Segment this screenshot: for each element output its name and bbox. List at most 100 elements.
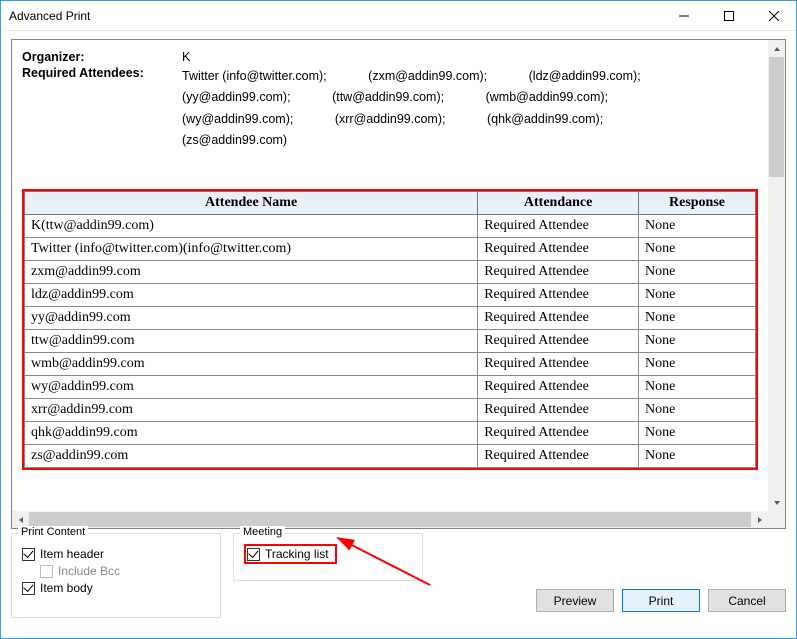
attendees-label: Required Attendees: xyxy=(22,66,182,151)
table-row: qhk@addin99.comRequired AttendeeNone xyxy=(25,422,756,445)
meeting-group: Meeting Tracking list xyxy=(233,533,423,581)
attendee-item: (ttw@addin99.com); xyxy=(332,87,444,108)
table-cell: Required Attendee xyxy=(478,445,639,468)
table-cell: zs@addin99.com xyxy=(25,445,478,468)
print-content-label: Print Content xyxy=(18,526,88,538)
attendee-item: (zxm@addin99.com); xyxy=(368,66,487,87)
table-cell: ttw@addin99.com xyxy=(25,330,478,353)
tracking-table: Attendee Name Attendance Response K(ttw@… xyxy=(24,191,756,468)
cancel-button-label: Cancel xyxy=(728,594,765,608)
vertical-scrollbar[interactable] xyxy=(768,40,785,511)
table-cell: None xyxy=(639,330,756,353)
attendee-item: (wy@addin99.com); xyxy=(182,109,293,130)
table-cell: None xyxy=(639,307,756,330)
tracking-list-label: Tracking list xyxy=(265,547,329,561)
table-cell: None xyxy=(639,445,756,468)
table-row: zs@addin99.comRequired AttendeeNone xyxy=(25,445,756,468)
table-cell: Required Attendee xyxy=(478,238,639,261)
attendees-value: Twitter (info@twitter.com); (zxm@addin99… xyxy=(182,66,758,151)
print-button-label: Print xyxy=(649,594,674,608)
print-button[interactable]: Print xyxy=(622,589,700,612)
horizontal-scrollbar[interactable] xyxy=(12,511,768,528)
table-cell: wy@addin99.com xyxy=(25,376,478,399)
table-cell: ldz@addin99.com xyxy=(25,284,478,307)
table-cell: qhk@addin99.com xyxy=(25,422,478,445)
tracking-list-checkbox[interactable]: Tracking list xyxy=(247,547,329,561)
tracking-table-highlight: Attendee Name Attendance Response K(ttw@… xyxy=(22,189,758,470)
table-cell: Required Attendee xyxy=(478,307,639,330)
table-cell: Required Attendee xyxy=(478,215,639,238)
preview-content: Organizer: K Required Attendees: Twitter… xyxy=(22,50,758,501)
checkbox-icon xyxy=(22,548,35,561)
table-cell: Required Attendee xyxy=(478,422,639,445)
scroll-down-icon[interactable] xyxy=(768,494,785,511)
table-row: yy@addin99.comRequired AttendeeNone xyxy=(25,307,756,330)
table-cell: None xyxy=(639,422,756,445)
table-cell: None xyxy=(639,376,756,399)
table-row: Twitter (info@twitter.com)(info@twitter.… xyxy=(25,238,756,261)
checkbox-icon xyxy=(40,565,53,578)
attendee-item: (zs@addin99.com) xyxy=(182,130,287,151)
table-cell: None xyxy=(639,215,756,238)
table-cell: Required Attendee xyxy=(478,284,639,307)
preview-button[interactable]: Preview xyxy=(536,589,614,612)
maximize-button[interactable] xyxy=(706,1,751,30)
cancel-button[interactable]: Cancel xyxy=(708,589,786,612)
table-cell: yy@addin99.com xyxy=(25,307,478,330)
checkbox-icon xyxy=(247,548,260,561)
table-row: xrr@addin99.comRequired AttendeeNone xyxy=(25,399,756,422)
table-cell: None xyxy=(639,399,756,422)
table-row: K(ttw@addin99.com)Required AttendeeNone xyxy=(25,215,756,238)
include-bcc-label: Include Bcc xyxy=(58,564,120,578)
titlebar: Advanced Print xyxy=(1,1,796,31)
table-cell: Required Attendee xyxy=(478,353,639,376)
include-bcc-checkbox: Include Bcc xyxy=(40,564,210,578)
table-cell: K(ttw@addin99.com) xyxy=(25,215,478,238)
tracking-list-highlight: Tracking list xyxy=(244,544,337,564)
scroll-up-icon[interactable] xyxy=(768,40,785,57)
col-response: Response xyxy=(639,192,756,215)
table-cell: wmb@addin99.com xyxy=(25,353,478,376)
attendee-item: (xrr@addin99.com); xyxy=(335,109,446,130)
table-cell: Twitter (info@twitter.com)(info@twitter.… xyxy=(25,238,478,261)
table-cell: Required Attendee xyxy=(478,376,639,399)
table-row: ttw@addin99.comRequired AttendeeNone xyxy=(25,330,756,353)
col-attendee-name: Attendee Name xyxy=(25,192,478,215)
table-cell: None xyxy=(639,238,756,261)
minimize-button[interactable] xyxy=(661,1,706,30)
table-cell: Required Attendee xyxy=(478,330,639,353)
print-content-group: Print Content Item header Include Bcc It… xyxy=(11,533,221,618)
table-cell: xrr@addin99.com xyxy=(25,399,478,422)
organizer-label: Organizer: xyxy=(22,50,182,64)
preview-panel: Organizer: K Required Attendees: Twitter… xyxy=(11,39,786,529)
table-row: wmb@addin99.comRequired AttendeeNone xyxy=(25,353,756,376)
organizer-value: K xyxy=(182,50,190,64)
item-body-checkbox[interactable]: Item body xyxy=(22,581,210,595)
table-cell: zxm@addin99.com xyxy=(25,261,478,284)
attendee-item: (wmb@addin99.com); xyxy=(486,87,608,108)
table-cell: None xyxy=(639,284,756,307)
checkbox-icon xyxy=(22,582,35,595)
table-row: ldz@addin99.comRequired AttendeeNone xyxy=(25,284,756,307)
table-cell: Required Attendee xyxy=(478,399,639,422)
scroll-corner xyxy=(768,511,785,528)
table-cell: None xyxy=(639,261,756,284)
col-attendance: Attendance xyxy=(478,192,639,215)
meeting-label: Meeting xyxy=(240,526,285,538)
window-title: Advanced Print xyxy=(9,9,661,23)
attendee-item: Twitter (info@twitter.com); xyxy=(182,66,327,87)
attendee-item: (qhk@addin99.com); xyxy=(487,109,603,130)
scroll-right-icon[interactable] xyxy=(751,511,768,528)
horizontal-scroll-thumb[interactable] xyxy=(29,512,751,527)
table-row: zxm@addin99.comRequired AttendeeNone xyxy=(25,261,756,284)
item-header-checkbox[interactable]: Item header xyxy=(22,547,210,561)
table-cell: Required Attendee xyxy=(478,261,639,284)
item-header-label: Item header xyxy=(40,547,104,561)
table-row: wy@addin99.comRequired AttendeeNone xyxy=(25,376,756,399)
item-body-label: Item body xyxy=(40,581,93,595)
attendee-item: (ldz@addin99.com); xyxy=(529,66,641,87)
attendee-item: (yy@addin99.com); xyxy=(182,87,291,108)
table-cell: None xyxy=(639,353,756,376)
vertical-scroll-thumb[interactable] xyxy=(769,57,784,177)
close-button[interactable] xyxy=(751,1,796,30)
